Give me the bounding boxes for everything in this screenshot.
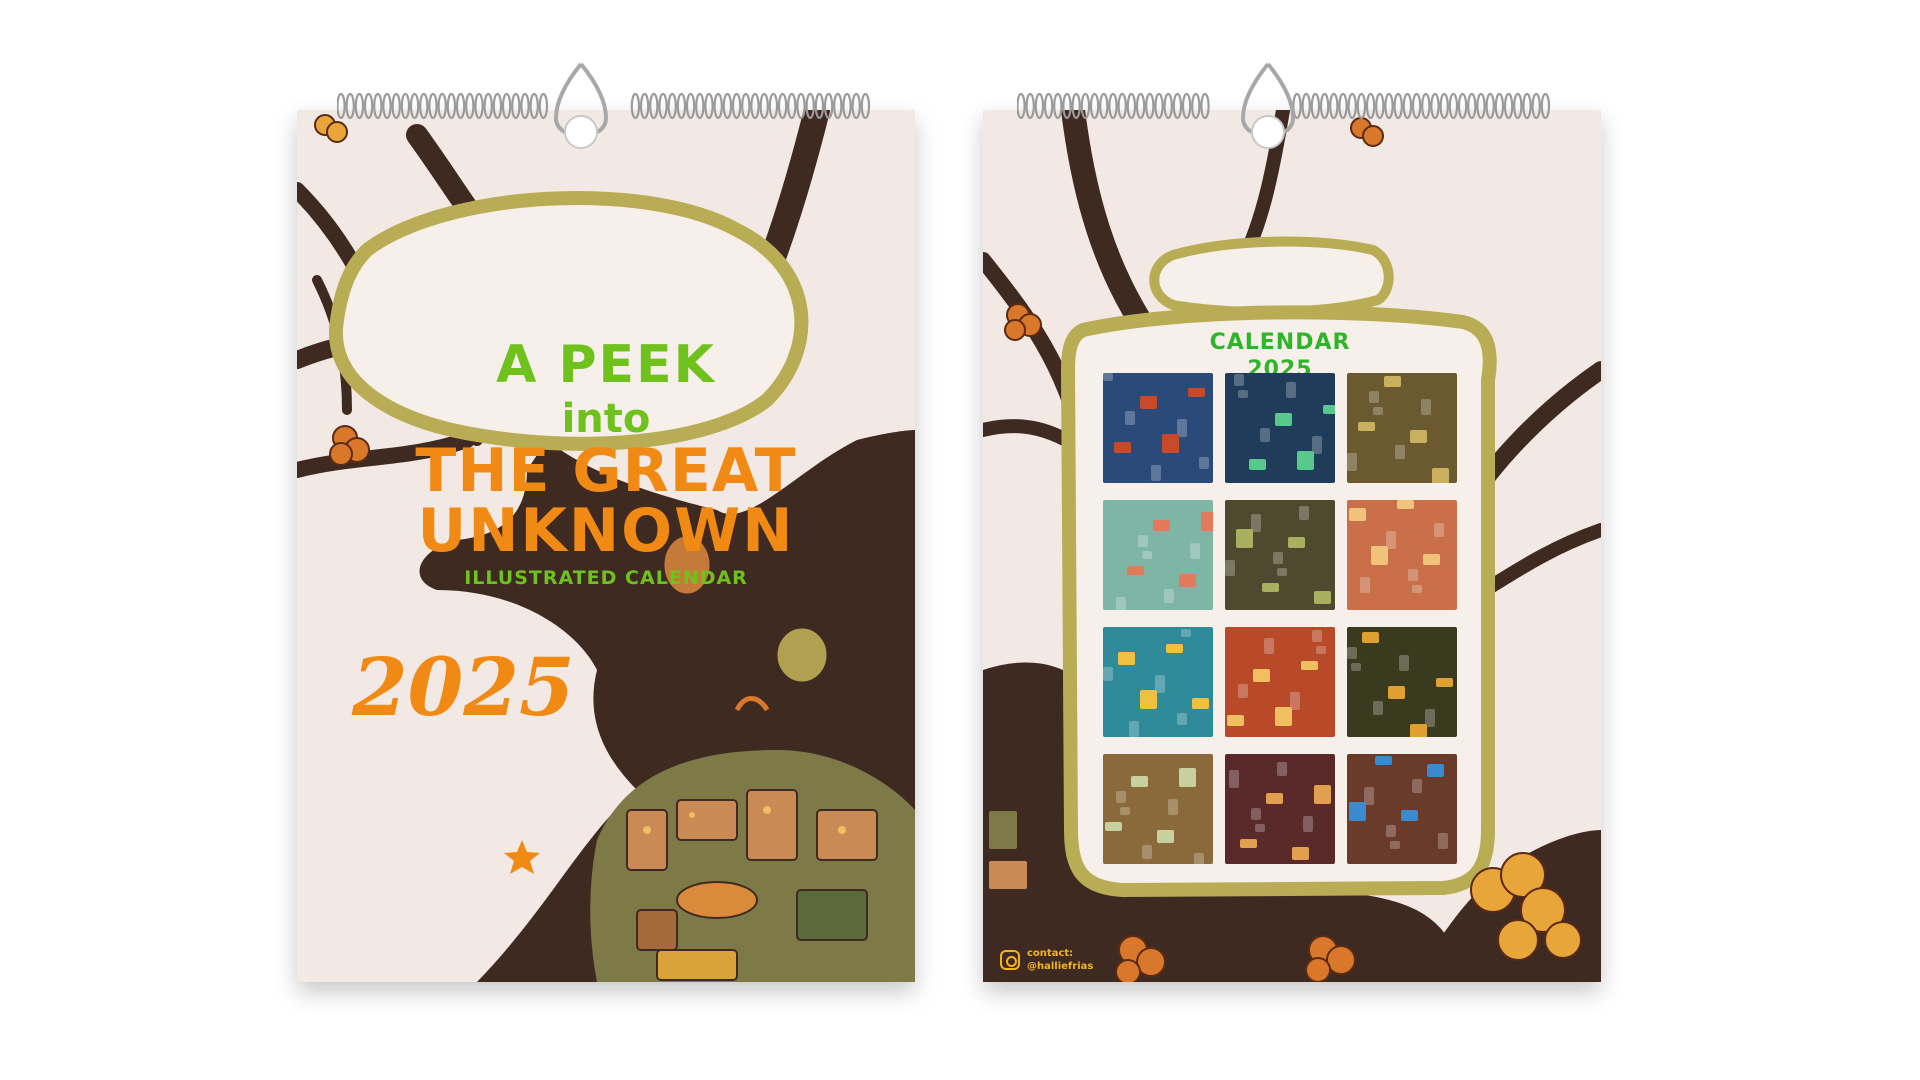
month-thumbnail bbox=[1225, 627, 1335, 737]
back-hanging-hook bbox=[1240, 62, 1296, 149]
month-thumbnail-grid bbox=[1103, 373, 1457, 864]
month-thumbnail bbox=[1347, 754, 1457, 864]
month-thumbnail bbox=[1225, 500, 1335, 610]
calendar-cover: A PEEK into THE GREAT UNKNOWN ILLUSTRATE… bbox=[297, 110, 915, 982]
month-thumbnail bbox=[1103, 500, 1213, 610]
month-thumbnail bbox=[1103, 373, 1213, 483]
cover-title-line-4: UNKNOWN bbox=[417, 496, 795, 566]
contact-handle: @halliefrias bbox=[1027, 961, 1094, 972]
cover-subtitle: ILLUSTRATED CALENDAR bbox=[464, 567, 748, 589]
month-thumbnail bbox=[1103, 754, 1213, 864]
cover-title-line-1: A PEEK bbox=[496, 335, 716, 395]
month-thumbnail bbox=[1347, 373, 1457, 483]
month-thumbnail bbox=[1103, 627, 1213, 737]
month-thumbnail bbox=[1225, 754, 1335, 864]
cover-hanging-hook bbox=[553, 62, 609, 149]
contact-label: contact: bbox=[1027, 948, 1074, 959]
back-heading-line-1: CALENDAR bbox=[1209, 330, 1351, 355]
month-thumbnail bbox=[1225, 373, 1335, 483]
month-thumbnail bbox=[1347, 500, 1457, 610]
cover-year: 2025 bbox=[352, 640, 575, 734]
instagram-icon bbox=[1000, 950, 1020, 970]
month-thumbnail bbox=[1347, 627, 1457, 737]
